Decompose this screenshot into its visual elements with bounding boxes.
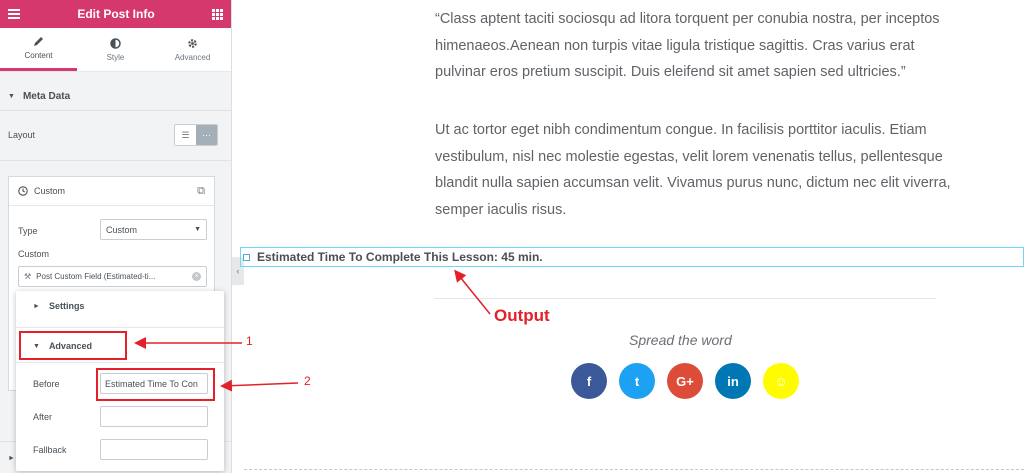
article-paragraph: Ut ac tortor eget nibh condimentum congu… bbox=[435, 122, 951, 218]
divider bbox=[0, 160, 231, 161]
after-label: After bbox=[33, 412, 53, 422]
before-highlight-box bbox=[96, 368, 215, 401]
snapchat-share-button[interactable]: ☺ bbox=[763, 363, 799, 399]
divider bbox=[16, 362, 224, 363]
divider bbox=[434, 298, 936, 299]
social-share-buttons: f t G+ in ☺ bbox=[571, 363, 799, 399]
panel-header: Edit Post Info bbox=[0, 0, 231, 28]
chevron-down-icon: ▼ bbox=[194, 226, 201, 233]
article-paragraph: “Class aptent taciti sociosqu ad litora … bbox=[435, 11, 940, 80]
pencil-icon bbox=[34, 37, 43, 46]
google-plus-icon: G+ bbox=[676, 373, 694, 389]
widgets-grid-icon[interactable] bbox=[211, 8, 223, 20]
linkedin-share-button[interactable]: in bbox=[715, 363, 751, 399]
layout-toggle: ☰ ··· bbox=[174, 124, 218, 146]
fallback-input[interactable] bbox=[100, 439, 208, 460]
chevron-left-icon: ‹ bbox=[236, 266, 240, 276]
facebook-share-button[interactable]: f bbox=[571, 363, 607, 399]
section-boundary bbox=[244, 469, 1024, 470]
arrow-2 bbox=[220, 379, 299, 392]
annotation-marker-2: 2 bbox=[304, 374, 311, 388]
custom-field-select[interactable]: ⚒ Post Custom Field (Estimated-ti... × bbox=[18, 266, 207, 287]
meta-data-section-toggle[interactable]: ▼ Meta Data bbox=[0, 84, 231, 108]
type-label: Type bbox=[18, 226, 38, 236]
layout-control: Layout ☰ ··· bbox=[8, 124, 218, 146]
list-layout-icon[interactable]: ☰ bbox=[175, 125, 196, 145]
section-title: Meta Data bbox=[22, 90, 71, 102]
panel-tabs: Content Style Advanced bbox=[0, 28, 231, 72]
custom-label: Custom bbox=[18, 249, 50, 259]
settings-label: Settings bbox=[48, 301, 85, 311]
square-icon bbox=[243, 253, 250, 261]
hamburger-menu-icon[interactable] bbox=[8, 9, 20, 19]
twitter-icon: t bbox=[634, 373, 640, 389]
output-annotation-label: Output bbox=[494, 306, 550, 325]
wrench-icon: ⚒ bbox=[24, 272, 32, 281]
divider bbox=[0, 110, 231, 111]
tab-style-label: Style bbox=[106, 52, 125, 62]
facebook-icon: f bbox=[586, 373, 592, 389]
meta-item-title: Custom bbox=[34, 186, 66, 196]
divider bbox=[16, 327, 224, 328]
caret-right-icon: ► bbox=[8, 455, 15, 462]
annotation-marker-1: 1 bbox=[246, 334, 253, 348]
before-label: Before bbox=[33, 379, 60, 389]
clock-icon bbox=[18, 186, 28, 196]
caret-right-icon: ► bbox=[33, 302, 40, 310]
twitter-share-button[interactable]: t bbox=[619, 363, 655, 399]
fallback-label: Fallback bbox=[33, 445, 67, 455]
linkedin-icon: in bbox=[727, 373, 739, 389]
clear-icon[interactable]: × bbox=[192, 272, 201, 281]
meta-item-header[interactable]: Custom ⧉ bbox=[9, 177, 214, 206]
inline-layout-icon[interactable]: ··· bbox=[196, 125, 217, 145]
post-info-widget[interactable]: Estimated Time To Complete This Lesson: … bbox=[240, 247, 1024, 267]
gear-icon bbox=[188, 38, 197, 48]
tab-content-label: Content bbox=[24, 51, 53, 60]
google-plus-share-button[interactable]: G+ bbox=[667, 363, 703, 399]
layout-label: Layout bbox=[8, 130, 36, 140]
caret-down-icon: ▼ bbox=[8, 92, 15, 100]
custom-field-value: Post Custom Field (Estimated-ti... bbox=[36, 272, 156, 281]
share-title: Spread the word bbox=[629, 332, 732, 348]
after-input[interactable] bbox=[100, 406, 208, 427]
type-select[interactable]: Custom ▼ bbox=[100, 219, 207, 240]
panel-title: Edit Post Info bbox=[77, 7, 155, 21]
tab-advanced[interactable]: Advanced bbox=[154, 28, 231, 71]
output-arrow bbox=[454, 269, 491, 315]
duplicate-icon[interactable]: ⧉ bbox=[197, 185, 205, 198]
snapchat-icon: ☺ bbox=[774, 373, 788, 389]
type-select-value: Custom bbox=[106, 224, 138, 235]
advanced-highlight-box bbox=[19, 331, 127, 360]
tab-content[interactable]: Content bbox=[0, 28, 77, 71]
post-info-output: Estimated Time To Complete This Lesson: … bbox=[257, 250, 543, 264]
settings-section-toggle[interactable]: ► Settings bbox=[16, 291, 224, 321]
tab-advanced-label: Advanced bbox=[174, 52, 211, 62]
tab-style[interactable]: Style bbox=[77, 28, 154, 71]
half-circle-icon bbox=[110, 37, 121, 49]
